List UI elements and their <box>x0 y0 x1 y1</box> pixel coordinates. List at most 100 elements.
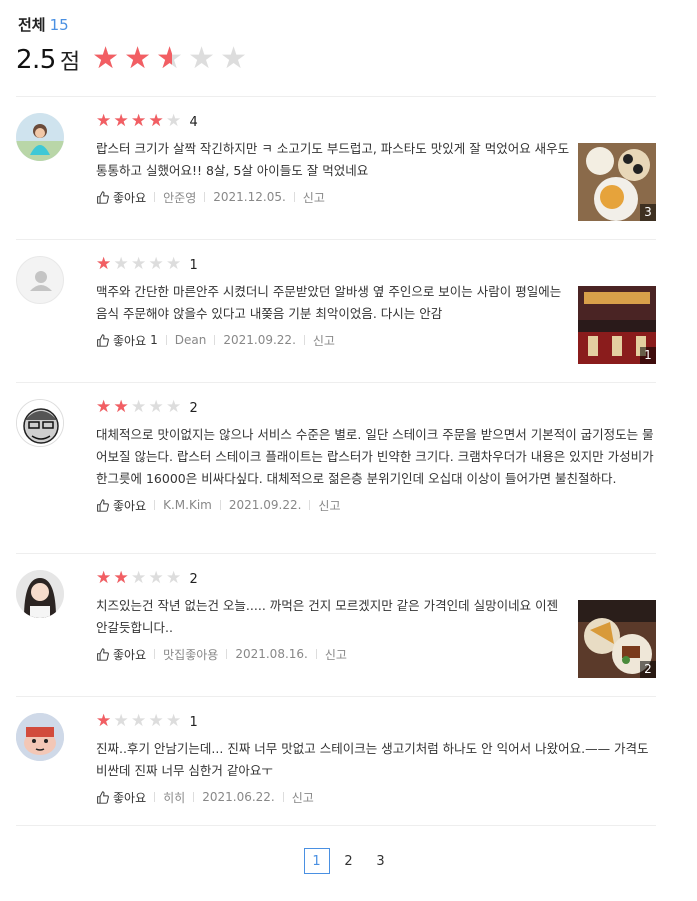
rating-value: 1 <box>189 257 198 273</box>
total-count: 15 <box>49 16 69 34</box>
star-icon: ★ ★ <box>96 254 112 274</box>
review-photo[interactable]: 3 <box>578 143 656 221</box>
separator <box>154 192 156 202</box>
average-score: 2.5 <box>16 45 56 75</box>
like-label: 좋아요 <box>113 333 147 348</box>
star-icon: ★ <box>166 111 182 131</box>
default-avatar-icon[interactable] <box>16 256 64 304</box>
star-icon: ★ ★ <box>124 41 152 76</box>
review-meta: 좋아요 K.M.Kim 2021.09.22. 신고 <box>96 496 656 514</box>
review-item: ★ ★ ★ ★ ★ ★ 1 진짜..후기 안남기는데... 진짜 너무 맛없고 스테이크는… <box>16 697 656 826</box>
star-icon: ★ ★ <box>113 397 129 417</box>
review-date: 2021.06.22. <box>202 790 275 804</box>
star-icon: ★ <box>113 711 129 731</box>
like-button[interactable]: 좋아요 <box>96 789 146 806</box>
report-link[interactable]: 신고 <box>292 789 314 806</box>
rating-value: 1 <box>189 714 198 730</box>
like-button[interactable]: 좋아요 <box>96 189 146 206</box>
like-count: 1 <box>150 333 158 347</box>
review-meta: 좋아요 맛집좋아용 2021.08.16. 신고 <box>96 645 571 663</box>
author-name: K.M.Kim <box>163 498 212 512</box>
like-label: 좋아요 <box>113 498 147 513</box>
review-meta: 좋아요 히히 2021.06.22. 신고 <box>96 788 656 806</box>
photo-count: 3 <box>640 204 656 221</box>
photo-count: 1 <box>640 347 656 364</box>
like-button[interactable]: 좋아요 1 <box>96 332 158 349</box>
page-1-button[interactable]: 1 <box>303 848 330 874</box>
star-icon: ★ ★ <box>113 111 129 131</box>
review-item: ★ ★ ★ ★ ★ ★ ★ ★ ★ 4 랍스터 크기가 살짝 작긴하지만 ㅋ 소고기도 부드럽고… <box>16 97 656 240</box>
star-icon: ★ ★ <box>148 111 164 131</box>
page-3-button[interactable]: 3 <box>368 848 394 874</box>
review-item: ★ ★ ★ ★ ★ ★ ★ 2 대체적으로 맛이없지는 않으나 서비스 수준은 별로. 일단… <box>16 383 656 554</box>
separator <box>293 192 295 202</box>
total-label: 전체 <box>18 16 46 34</box>
star-icon: ★ <box>148 711 164 731</box>
star-icon: ★ <box>131 397 147 417</box>
report-link[interactable]: 신고 <box>303 189 325 206</box>
report-link[interactable]: 신고 <box>318 497 340 514</box>
separator <box>214 335 216 345</box>
star-icon: ★ <box>113 254 129 274</box>
report-link[interactable]: 신고 <box>313 332 335 349</box>
star-icon: ★ <box>148 254 164 274</box>
separator <box>282 792 284 802</box>
review-photo[interactable]: 2 <box>578 600 656 678</box>
avatar[interactable] <box>16 399 64 447</box>
author-name: Dean <box>174 333 207 347</box>
star-icon: ★ <box>220 41 248 76</box>
star-icon: ★ ★ <box>96 711 112 731</box>
author-name: 히히 <box>163 790 186 805</box>
page-2-button[interactable]: 2 <box>336 848 362 874</box>
review-text: 대체적으로 맛이없지는 않으나 서비스 수준은 별로. 일단 스테이크 주문을 … <box>96 427 654 486</box>
review-date: 2021.12.05. <box>213 190 286 204</box>
like-button[interactable]: 좋아요 <box>96 646 146 663</box>
separator <box>154 792 156 802</box>
like-label: 좋아요 <box>113 790 147 805</box>
rating-value: 4 <box>189 114 198 130</box>
photo-count: 2 <box>640 661 656 678</box>
review-date: 2021.08.16. <box>235 647 308 661</box>
star-icon: ★ <box>148 568 164 588</box>
avatar[interactable] <box>16 570 64 618</box>
separator <box>193 792 195 802</box>
score-row: 2.5 점 ★ ★ ★ ★ ★ ★ ★ ★ <box>16 44 252 76</box>
average-rating-stars: ★ ★ ★ ★ ★ ★ ★ ★ <box>92 44 252 76</box>
star-icon: ★ <box>166 568 182 588</box>
review-item: ★ ★ ★ ★ ★ ★ 1 맥주와 간단한 마른안주 시켰더니 주문받았던 알바생 옆 주… <box>16 240 656 383</box>
star-icon: ★ ★ <box>113 568 129 588</box>
score-unit: 점 <box>59 50 81 75</box>
review-text: 랍스터 크기가 살짝 작긴하지만 ㅋ 소고기도 부드럽고, 파스타도 맛있게 잘… <box>96 141 570 178</box>
review-photo[interactable]: 1 <box>578 286 656 364</box>
author-name: 안준영 <box>163 190 197 205</box>
thumbs-up-icon <box>97 790 109 804</box>
report-link[interactable]: 신고 <box>325 646 347 663</box>
avatar[interactable] <box>16 113 64 161</box>
separator <box>154 649 156 659</box>
author-name: 맛집좋아용 <box>163 647 219 662</box>
star-icon: ★ ★ <box>92 41 120 76</box>
review-rating-stars: ★ ★ ★ ★ ★ ★ <box>96 256 184 274</box>
separator <box>204 192 206 202</box>
review-text: 진짜..후기 안남기는데... 진짜 너무 맛없고 스테이크는 생고기처럼 하나… <box>96 741 649 778</box>
avatar[interactable] <box>16 713 64 761</box>
review-item: ★ ★ ★ ★ ★ ★ ★ 2 치즈있는건 작년 없는건 오늘..... 까먹은 건지 모르… <box>16 554 656 697</box>
star-icon: ★ <box>131 711 147 731</box>
total-header: 전체 15 <box>18 14 69 35</box>
like-button[interactable]: 좋아요 <box>96 497 146 514</box>
rating-value: 2 <box>189 571 198 587</box>
separator <box>154 500 156 510</box>
separator <box>303 335 305 345</box>
review-date: 2021.09.22. <box>223 333 296 347</box>
separator <box>219 500 221 510</box>
review-rating-stars: ★ ★ ★ ★ ★ ★ ★ ★ ★ <box>96 113 184 131</box>
star-icon: ★ <box>188 41 216 76</box>
like-label: 좋아요 <box>113 190 147 205</box>
star-icon: ★ ★ <box>156 41 184 76</box>
separator <box>165 335 167 345</box>
thumbs-up-icon <box>97 190 109 204</box>
review-date: 2021.09.22. <box>228 498 302 512</box>
star-icon: ★ <box>166 254 182 274</box>
separator <box>226 649 228 659</box>
review-rating-stars: ★ ★ ★ ★ ★ ★ ★ <box>96 399 184 417</box>
